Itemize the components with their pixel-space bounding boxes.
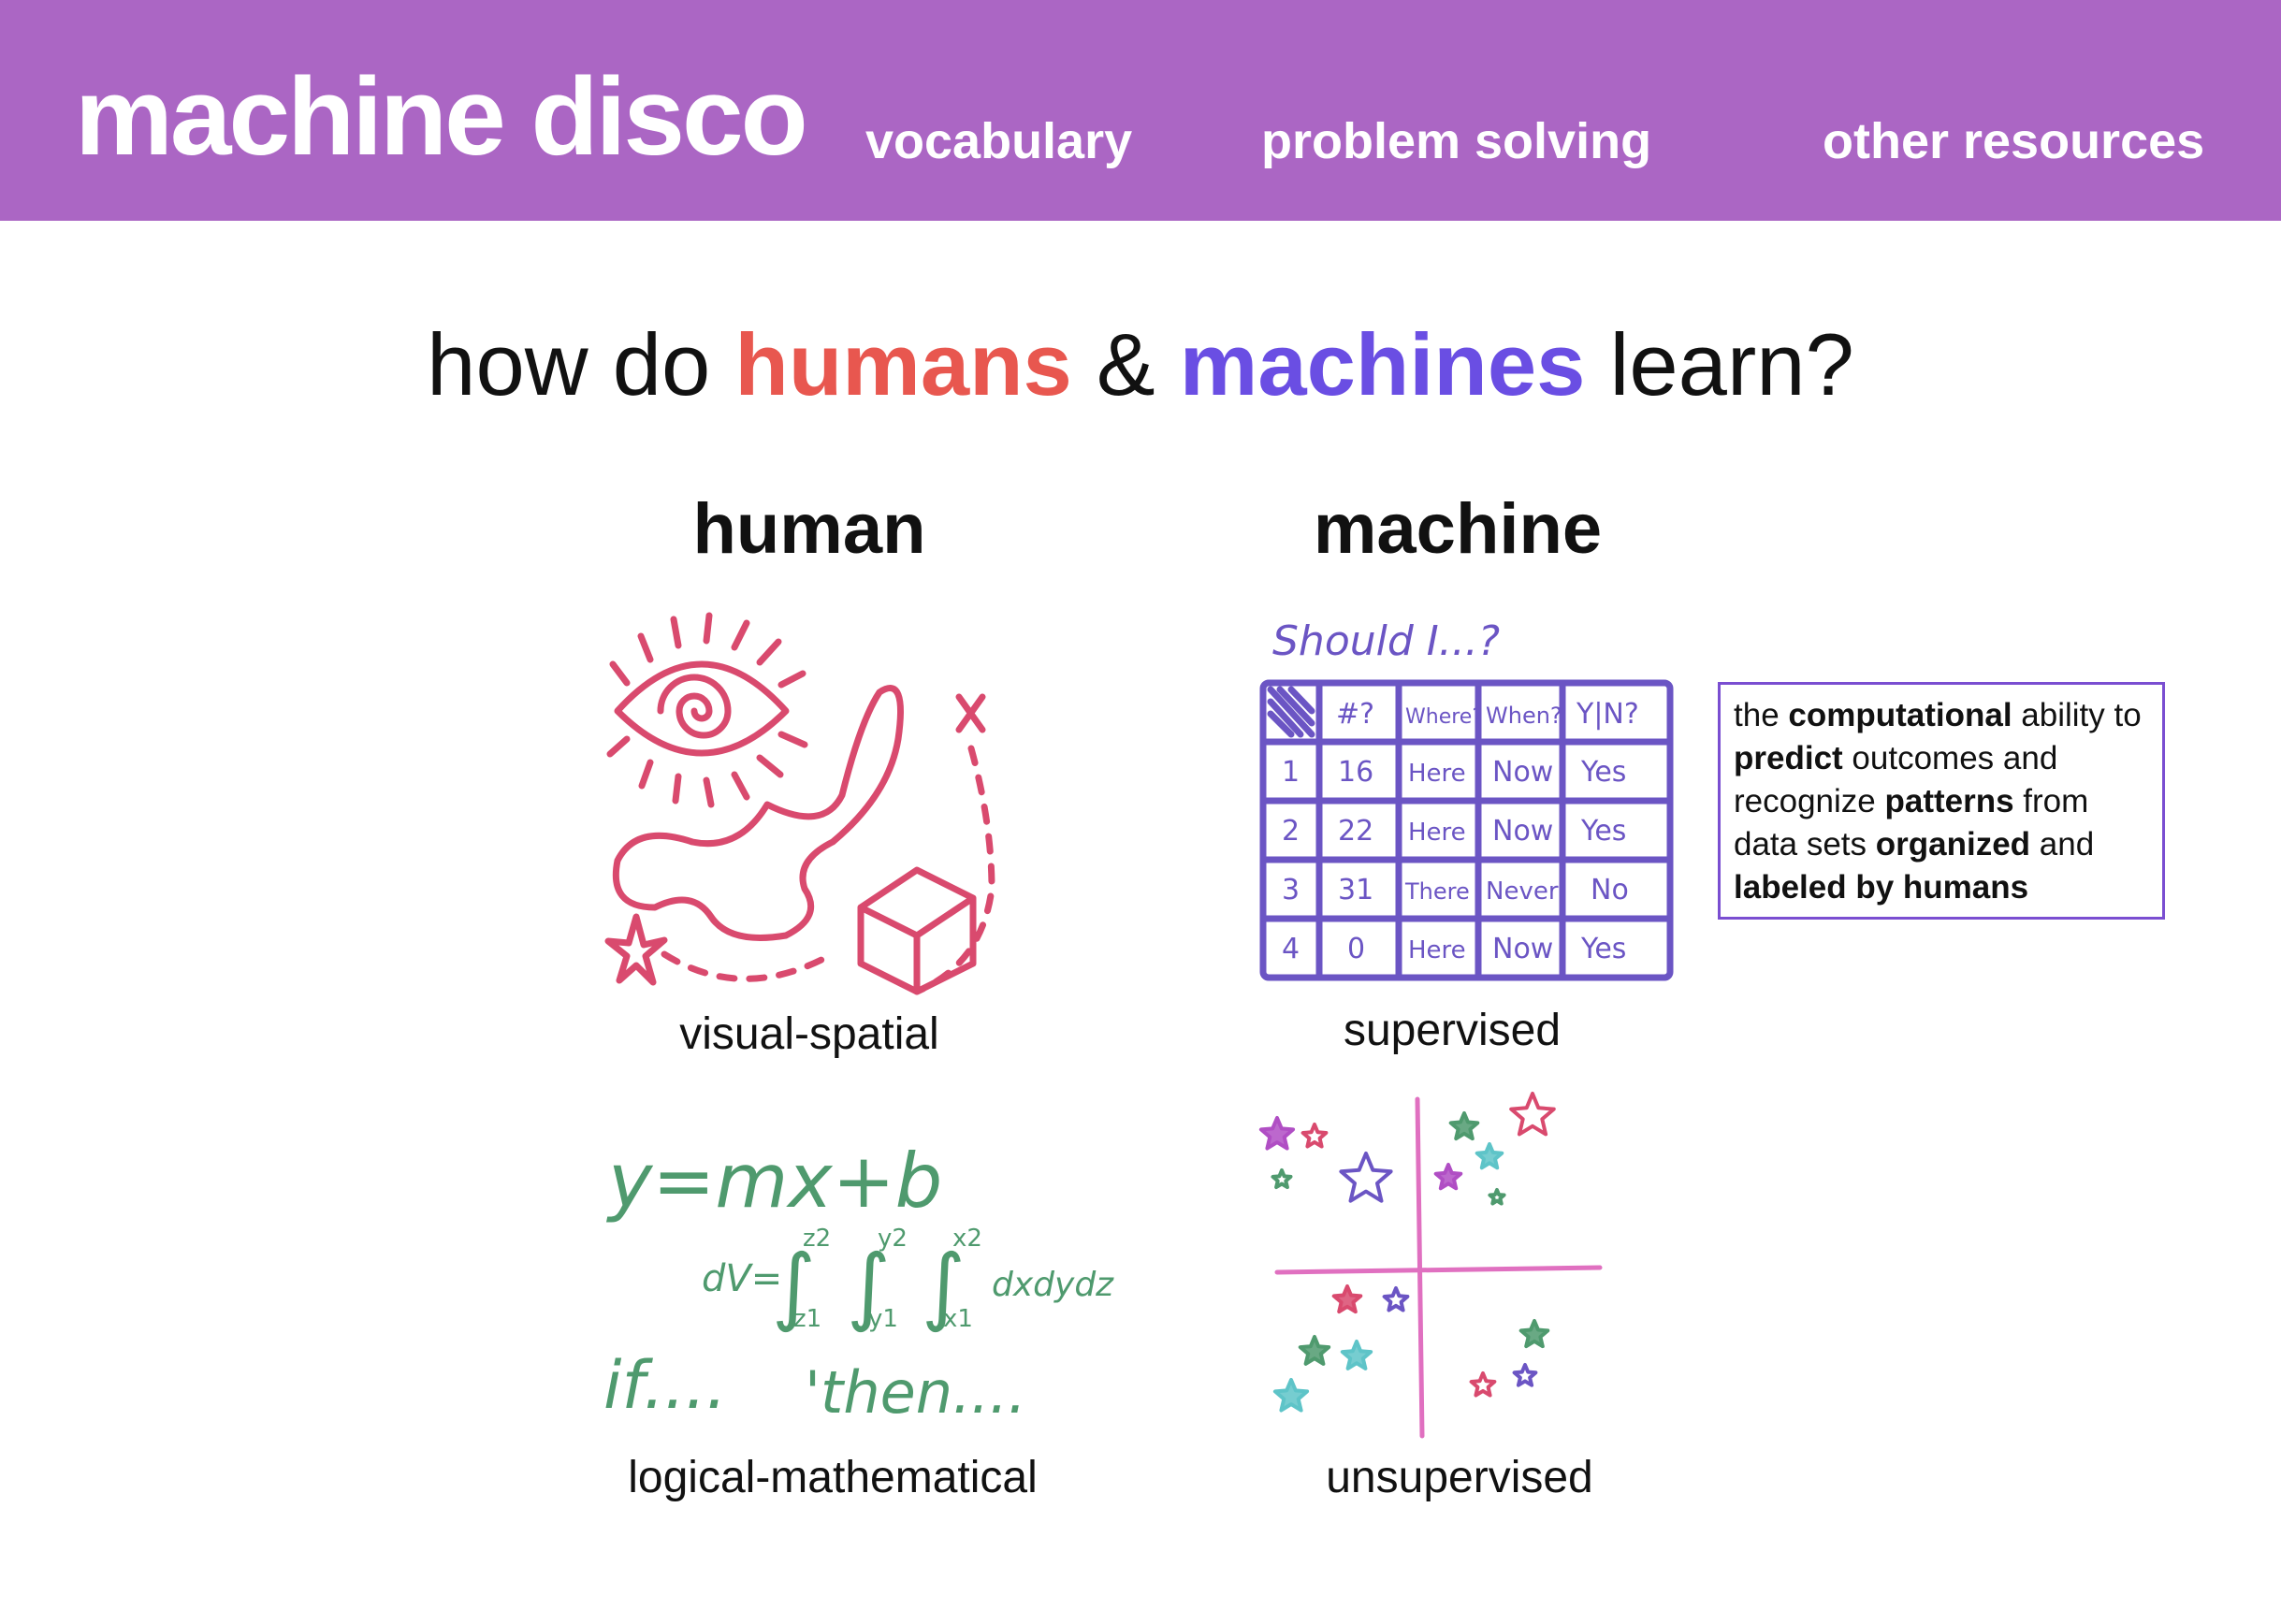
x-mark	[955, 693, 986, 733]
star-mark	[1469, 1371, 1497, 1398]
site-header: machine disco vocabulary problem solving…	[0, 0, 2281, 221]
site-logo[interactable]: machine disco	[75, 62, 808, 172]
title-amp: &	[1071, 315, 1180, 413]
table-cell: 31	[1338, 874, 1373, 906]
definition-text: the	[1734, 697, 1789, 733]
title-prefix: how do	[427, 315, 735, 413]
definition-text: and	[2030, 826, 2095, 863]
math-integrand: dxdydz	[992, 1266, 1114, 1304]
table-cell: 22	[1338, 815, 1373, 848]
visual-spatial-drawing	[604, 612, 995, 995]
table-cell: There	[1404, 878, 1470, 905]
page: machine disco vocabulary problem solving…	[0, 0, 2281, 1624]
table-cell: Yes	[1580, 815, 1626, 848]
star-cluster	[1258, 1092, 1556, 1413]
star-mark	[1340, 1340, 1373, 1370]
table-cell: Now	[1492, 933, 1553, 965]
blob-shape	[612, 685, 904, 941]
definition-bold: labeled by humans	[1734, 869, 2029, 906]
star-mark	[1509, 1092, 1556, 1137]
definition-bold: organized	[1875, 826, 2031, 863]
star-mark	[1382, 1286, 1410, 1312]
star-mark	[1512, 1363, 1538, 1387]
star-mark	[1272, 1378, 1310, 1413]
table-header: Y|N?	[1576, 698, 1639, 731]
caption-unsupervised: unsupervised	[1326, 1453, 1593, 1502]
math-if: if....	[603, 1347, 727, 1424]
supervised-definition-box: the computational ability to predict out…	[1718, 682, 2165, 920]
table-cell: Yes	[1580, 756, 1626, 789]
cube-shape	[857, 866, 977, 995]
nav-link-problem-solving[interactable]: problem solving	[1261, 116, 1651, 167]
table-cell: 0	[1347, 933, 1365, 965]
table-cell: 2	[1282, 815, 1300, 848]
integral-limit: y1	[868, 1305, 898, 1333]
dashed-route-bottom	[661, 950, 827, 982]
table-cell: No	[1591, 874, 1629, 906]
star-mark	[1488, 1188, 1506, 1206]
column-heading-human: human	[692, 489, 926, 569]
table-cell: 16	[1338, 756, 1373, 789]
star-mark	[1258, 1116, 1296, 1151]
star-mark	[604, 913, 668, 986]
math-then: 'then....	[805, 1358, 1026, 1427]
table-cell: 3	[1282, 874, 1300, 906]
integral-limit: x2	[952, 1225, 982, 1253]
supervised-table-drawing: Should I...? #? Where? When? Y|N? 1 16 H…	[1259, 617, 1674, 981]
integral-limit: x1	[943, 1305, 973, 1333]
column-heading-machine: machine	[1313, 489, 1603, 569]
title-humans: humans	[734, 315, 1072, 413]
star-mark	[1518, 1319, 1550, 1349]
unsupervised-clusters-drawing	[1258, 1092, 1603, 1439]
star-mark	[1271, 1168, 1293, 1190]
table-cell: Here	[1408, 760, 1466, 788]
logical-mathematical-drawing: y=mx+b dV= ∫ ∫ ∫ z2 z1 y2 y1 x2 x1 dxdyd…	[603, 1138, 1114, 1427]
math-equation: y=mx+b	[606, 1138, 942, 1225]
star-mark	[1339, 1152, 1393, 1203]
title-machines: machines	[1179, 315, 1586, 413]
math-dv: dV=	[702, 1257, 782, 1300]
table-cell: Yes	[1580, 933, 1626, 965]
table-cell: 1	[1282, 756, 1300, 789]
star-mark	[1475, 1142, 1504, 1170]
caption-logical-mathematical: logical-mathematical	[628, 1453, 1038, 1502]
table-header: Where?	[1405, 705, 1483, 729]
table-title: Should I...?	[1272, 617, 1500, 665]
caption-visual-spatial: visual-spatial	[679, 1009, 939, 1059]
table-cells: #? Where? When? Y|N? 1 16 Here Now Yes 2…	[1282, 698, 1639, 965]
table-cell: Never	[1486, 877, 1559, 906]
definition-bold: computational	[1788, 697, 2012, 733]
star-mark	[1433, 1163, 1463, 1191]
nav-link-other-resources[interactable]: other resources	[1823, 116, 2204, 167]
page-title: how do humans & machines learn?	[0, 316, 2281, 413]
eye-spiral	[657, 674, 732, 739]
table-header: When?	[1486, 703, 1562, 729]
table-cell: Here	[1408, 936, 1466, 964]
definition-bold: predict	[1734, 740, 1843, 776]
integral-limit: y2	[878, 1225, 908, 1253]
horizontal-axis	[1274, 1265, 1603, 1275]
definition-bold: patterns	[1884, 783, 2014, 819]
table-cell: Now	[1492, 756, 1553, 789]
dashed-route	[913, 745, 995, 995]
nav-link-vocabulary[interactable]: vocabulary	[865, 116, 1132, 167]
vertical-axis	[1415, 1096, 1425, 1439]
star-mark	[1448, 1111, 1480, 1141]
table-corner-hatch	[1267, 686, 1315, 738]
title-suffix: learn?	[1585, 315, 1854, 413]
star-mark	[1300, 1123, 1329, 1149]
integral-limit: z2	[803, 1225, 831, 1253]
star-mark	[1331, 1284, 1363, 1314]
caption-supervised: supervised	[1343, 1006, 1562, 1055]
table-cell: Here	[1408, 819, 1466, 847]
table-header: #?	[1336, 698, 1374, 731]
star-mark	[1298, 1335, 1331, 1366]
integral-limit: z1	[793, 1305, 821, 1333]
table-cell: 4	[1282, 933, 1300, 965]
definition-text: ability to	[2012, 697, 2142, 733]
table-cell: Now	[1492, 815, 1553, 848]
